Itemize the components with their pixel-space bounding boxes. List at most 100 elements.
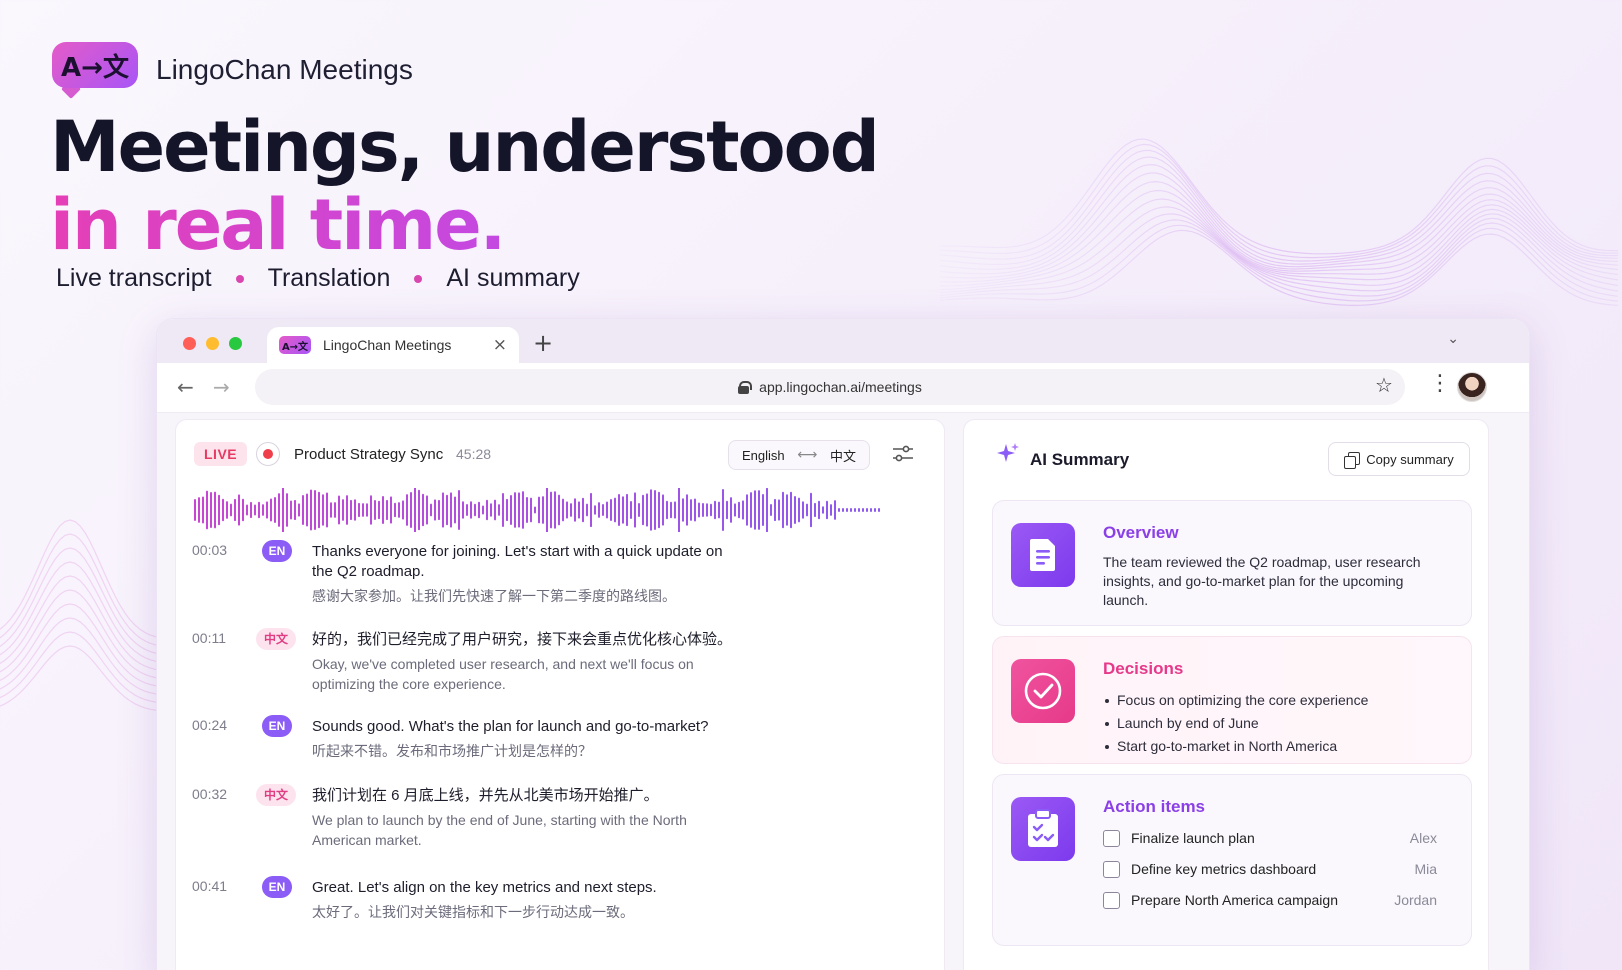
waveform-bar [550, 491, 552, 529]
waveform-bar [338, 495, 340, 525]
maximize-window-button[interactable] [229, 337, 242, 350]
waveform-bar [194, 499, 196, 521]
user-avatar[interactable] [1457, 372, 1487, 402]
action-item-owner: Alex [1409, 830, 1437, 846]
waveform-bar [214, 491, 216, 529]
close-window-button[interactable] [183, 337, 196, 350]
copy-summary-button[interactable]: Copy summary [1328, 442, 1470, 476]
waveform-bar [386, 499, 388, 521]
entry-timestamp: 00:24 [192, 717, 228, 733]
waveform-bar [282, 488, 284, 532]
waveform-bar [662, 494, 664, 526]
copy-summary-label: Copy summary [1366, 451, 1454, 467]
brand: A→文 LingoChan Meetings [52, 42, 413, 99]
waveform-bar [590, 492, 592, 528]
waveform-bar [546, 488, 548, 532]
waveform-bar [802, 501, 804, 519]
waveform-bar [498, 504, 500, 516]
minimize-window-button[interactable] [206, 337, 219, 350]
more-options-icon[interactable]: ⋮ [1429, 371, 1451, 396]
bookmark-star-icon[interactable]: ☆ [1375, 373, 1393, 397]
wave-line [939, 206, 1619, 291]
waveform-bar [238, 494, 240, 526]
waveform-bar [762, 494, 764, 526]
waveform-bar [210, 491, 212, 529]
waveform-bar [838, 508, 840, 512]
waveform-bar [230, 503, 232, 517]
waveform-bar [818, 500, 820, 520]
browser-tab[interactable]: A→文 LingoChan Meetings × [267, 327, 519, 363]
wave-line [0, 533, 171, 648]
action-item-checkbox[interactable] [1103, 830, 1120, 847]
language-badge: 中文 [256, 784, 296, 806]
waveform-bar [342, 499, 344, 521]
waveform-bar [470, 501, 472, 519]
language-switcher[interactable]: English ⟷ 中文 [728, 440, 870, 470]
action-item-owner: Mia [1414, 861, 1437, 877]
waveform-bar [678, 488, 680, 532]
wave-line [0, 519, 171, 640]
waveform-bar [574, 498, 576, 522]
waveform-bar [610, 499, 612, 521]
waveform-bar [618, 493, 620, 527]
waveform-bar [606, 501, 608, 519]
waveform-bar [530, 497, 532, 523]
waveform-bar [810, 492, 812, 528]
waveform-bar [298, 503, 300, 517]
waveform-bar [754, 490, 756, 530]
waveform-bar [674, 501, 676, 519]
feature-live-transcript: Live transcript [56, 264, 212, 292]
forward-arrow-icon[interactable]: → [213, 375, 230, 399]
waveform-bar [354, 499, 356, 521]
waveform-bar [218, 494, 220, 526]
waveform-bar [206, 490, 208, 530]
feature-translation: Translation [267, 264, 391, 292]
waveform-bar [866, 508, 868, 512]
chevron-down-icon[interactable]: ⌄ [1447, 331, 1459, 347]
waveform-bar [782, 491, 784, 529]
brand-name: LingoChan Meetings [156, 54, 413, 85]
wave-line [0, 603, 171, 688]
back-arrow-icon[interactable]: ← [177, 375, 194, 399]
waveform-bar [454, 496, 456, 524]
waveform-bar [378, 500, 380, 520]
feature-list: Live transcript Translation AI summary [56, 264, 580, 293]
address-bar[interactable]: app.lingochan.ai/meetings [255, 369, 1405, 405]
waveform-bar [226, 501, 228, 519]
waveform-bar [314, 489, 316, 531]
waveform-bar [826, 500, 828, 520]
wave-line [939, 189, 1619, 283]
waveform-bar [450, 492, 452, 528]
record-button[interactable] [256, 442, 280, 466]
waveform-bar [262, 504, 264, 516]
close-tab-icon[interactable]: × [493, 335, 507, 355]
entry-timestamp: 00:03 [192, 542, 228, 558]
action-items-card: Action items Finalize launch plan Alex D… [992, 774, 1472, 946]
entry-original-text: Great. Let's align on the key metrics an… [312, 879, 657, 896]
waveform-bar [362, 503, 364, 517]
waveform-bar [870, 508, 872, 512]
action-item-checkbox[interactable] [1103, 892, 1120, 909]
waveform-bar [502, 493, 504, 527]
language-badge: EN [262, 876, 292, 898]
copy-icon [1344, 451, 1361, 469]
decisions-list: Focus on optimizing the core experience … [1103, 689, 1453, 758]
entry-timestamp: 00:32 [192, 786, 228, 802]
sliders-settings-icon[interactable] [892, 444, 914, 464]
entry-translation-text: We plan to launch by the end of June, st… [312, 812, 687, 848]
waveform-bar [834, 500, 836, 520]
action-item-checkbox[interactable] [1103, 861, 1120, 878]
new-tab-button[interactable]: + [533, 329, 553, 357]
wave-line [939, 213, 1619, 294]
waveform-bar [658, 491, 660, 529]
waveform-bar [742, 500, 744, 520]
tab-favicon-icon: A→文 [279, 336, 311, 354]
waveform-bar [474, 503, 476, 517]
waveform-bar [646, 493, 648, 527]
tab-bar: A→文 LingoChan Meetings × + ⌄ [157, 319, 1529, 363]
wave-line [939, 219, 1619, 297]
clipboard-checklist-icon [1011, 797, 1075, 861]
action-item: Finalize launch plan Alex [1103, 829, 1437, 860]
waveform-bar [370, 495, 372, 525]
action-item-owner: Jordan [1394, 892, 1437, 908]
